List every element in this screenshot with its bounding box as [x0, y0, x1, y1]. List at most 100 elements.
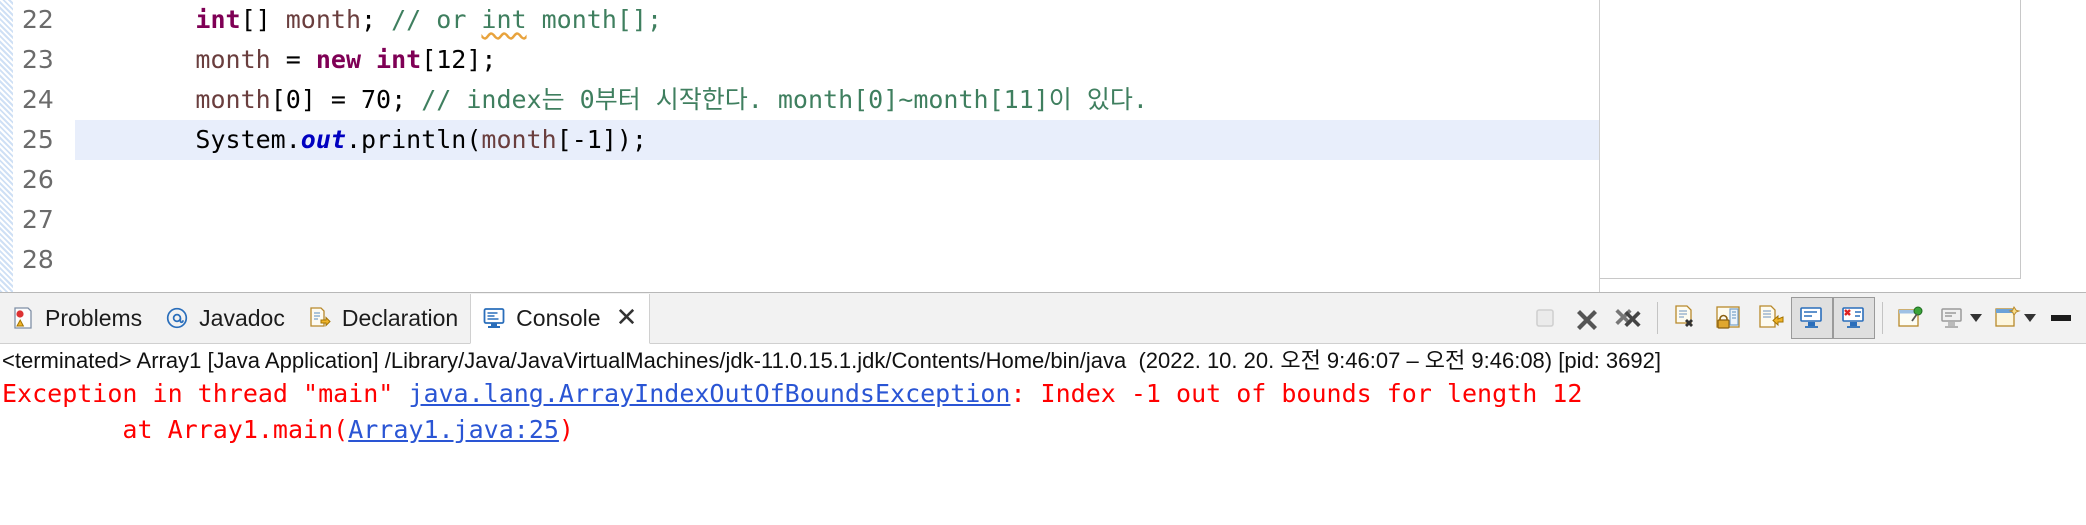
- tab-bar-filler: [650, 293, 1524, 343]
- console-err-icon: [1839, 303, 1869, 333]
- code-token: ;: [361, 5, 392, 34]
- code-token: month: [285, 5, 361, 34]
- console-toolbar: [1524, 293, 2086, 343]
- editor-overview-ruler[interactable]: [2021, 0, 2086, 292]
- editor-code-area[interactable]: 22 int[] month; // or int month[]; 23 mon…: [13, 0, 1600, 292]
- javadoc-icon: [164, 305, 190, 331]
- code-line[interactable]: 26: [13, 160, 1599, 200]
- remove-all-xx-icon: [1614, 303, 1644, 333]
- console-tab-bar: Problems Javadoc Declaration Console ✕: [0, 293, 2086, 344]
- display-console-icon: [1938, 303, 1968, 333]
- toolbar-separator: [1882, 302, 1883, 334]
- terminate-button: [1524, 297, 1566, 339]
- line-number: 23: [22, 45, 54, 74]
- console-output-line: Exception in thread "main" java.lang.Arr…: [0, 376, 2086, 412]
- tab-label: Console: [516, 304, 601, 331]
- code-token: month: [195, 45, 271, 74]
- close-icon[interactable]: ✕: [616, 305, 638, 331]
- editor-secondary-pane: [1600, 0, 2021, 279]
- pin-icon: [1896, 303, 1926, 333]
- open-console-button[interactable]: [1986, 297, 2028, 339]
- code-line-text: int[] month; // or int month[];: [75, 0, 662, 40]
- console-status-line: <terminated> Array1 [Java Application] /…: [2, 348, 1661, 373]
- console-output-line: at Array1.main(Array1.java:25): [0, 412, 2086, 448]
- clear-console-button[interactable]: [1665, 297, 1707, 339]
- line-number: 25: [22, 125, 54, 154]
- code-line[interactable]: 25 System.out.println(month[-1]);: [13, 120, 1599, 160]
- stack-trace-link[interactable]: java.lang.ArrayIndexOutOfBoundsException: [408, 379, 1010, 408]
- line-number: 22: [22, 5, 54, 34]
- tab-console[interactable]: Console ✕: [470, 293, 651, 344]
- code-line[interactable]: 23 month = new int[12];: [13, 40, 1599, 80]
- toolbar-separator: [1657, 302, 1658, 334]
- line-number: 28: [22, 245, 54, 274]
- code-token: [-1]);: [556, 125, 647, 154]
- code-token: .println(: [345, 125, 482, 154]
- code-token: new int: [315, 45, 422, 74]
- problems-icon: [10, 305, 36, 331]
- code-token: // or: [391, 5, 482, 34]
- word-wrap-icon: [1755, 303, 1785, 333]
- code-line-text: month[0] = 70; // index는 0부터 시작한다. month…: [75, 80, 1148, 120]
- lock-scroll-icon: [1713, 303, 1743, 333]
- minimize-panel-button[interactable]: [2040, 297, 2082, 339]
- clear-console-icon: [1671, 303, 1701, 333]
- line-number: 26: [22, 165, 54, 194]
- code-token: out: [300, 125, 346, 154]
- console-icon: [481, 305, 507, 331]
- remove-launch-button[interactable]: [1566, 297, 1608, 339]
- code-token: [12];: [421, 45, 497, 74]
- minimize-icon: [2046, 303, 2076, 333]
- tab-label: Declaration: [341, 304, 459, 331]
- code-line[interactable]: 24 month[0] = 70; // index는 0부터 시작한다. mo…: [13, 80, 1599, 120]
- tab-problems[interactable]: Problems: [0, 293, 155, 343]
- display-selected-console-button[interactable]: [1932, 297, 1974, 339]
- tab-label: Javadoc: [199, 304, 285, 331]
- tab-declaration[interactable]: Declaration: [296, 293, 471, 343]
- line-number: 27: [22, 205, 54, 234]
- console-error-text: ): [558, 415, 574, 444]
- word-wrap-button[interactable]: [1749, 297, 1791, 339]
- editor-folding-margin[interactable]: [0, 0, 14, 292]
- chevron-down-icon[interactable]: [1970, 314, 1982, 322]
- console-output-area[interactable]: <terminated> Array1 [Java Application] /…: [0, 344, 2086, 448]
- code-token: []: [240, 5, 286, 34]
- console-panel: Problems Javadoc Declaration Console ✕ <term…: [0, 292, 2086, 525]
- remove-x-icon: [1572, 303, 1602, 333]
- console-error-text: at Array1.main(: [2, 415, 349, 444]
- code-line-text: month = new int[12];: [75, 40, 496, 80]
- tab-label: Problems: [45, 304, 143, 331]
- code-line[interactable]: 22 int[] month; // or int month[];: [13, 0, 1599, 40]
- code-token: month: [195, 85, 271, 114]
- editor-right-pane: [1600, 0, 2086, 292]
- line-number: 24: [22, 85, 54, 114]
- code-editor[interactable]: 22 int[] month; // or int month[]; 23 mon…: [0, 0, 2086, 292]
- console-out-icon: [1797, 303, 1827, 333]
- code-token: System.: [75, 125, 301, 154]
- declaration-icon: [307, 305, 333, 331]
- pin-console-button[interactable]: [1890, 297, 1932, 339]
- tab-javadoc[interactable]: Javadoc: [154, 293, 297, 343]
- stop-square-icon: [1530, 303, 1560, 333]
- code-line[interactable]: 27: [13, 200, 1599, 240]
- console-error-text: Exception in thread "main": [2, 379, 409, 408]
- code-token: month[];: [526, 5, 663, 34]
- code-line[interactable]: 28: [13, 240, 1599, 280]
- chevron-down-icon[interactable]: [2024, 314, 2036, 322]
- code-token: int: [195, 5, 241, 34]
- console-error-text: : Index -1 out of bounds for length 12: [1010, 379, 1583, 408]
- tab-list: Problems Javadoc Declaration Console ✕: [0, 293, 651, 344]
- show-console-on-output-button[interactable]: [1791, 297, 1833, 339]
- stack-trace-link[interactable]: Array1.java:25: [348, 415, 559, 444]
- show-console-on-error-button[interactable]: [1833, 297, 1875, 339]
- open-console-icon: [1992, 303, 2022, 333]
- code-token: // index는 0부터 시작한다. month[0]~month[11]이 …: [421, 85, 1148, 114]
- scroll-lock-button[interactable]: [1707, 297, 1749, 339]
- code-line-text: System.out.println(month[-1]);: [75, 120, 647, 160]
- code-token: int: [481, 5, 527, 34]
- code-token: =: [270, 45, 316, 74]
- remove-all-terminated-button[interactable]: [1608, 297, 1650, 339]
